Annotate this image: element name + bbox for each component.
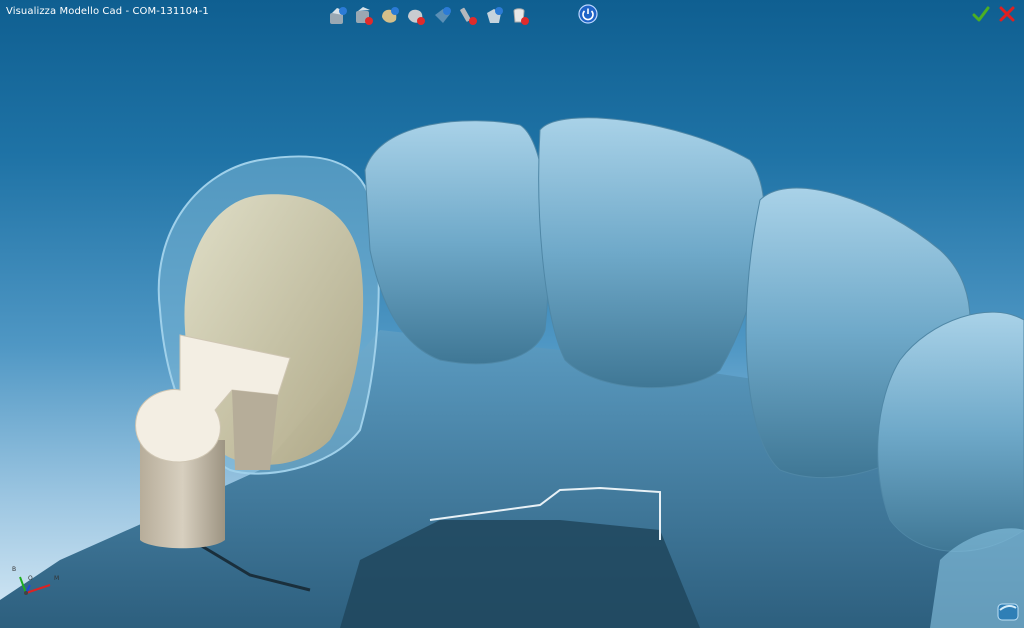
antagonist-remove-icon[interactable] (509, 5, 531, 27)
window-title: Visualizza Modello Cad - COM-131104-1 (6, 6, 209, 17)
close-icon[interactable] (998, 5, 1016, 23)
axis-label-m: M (54, 575, 60, 582)
tooth-2 (538, 117, 765, 389)
crown-view-icon[interactable] (379, 5, 401, 27)
tooth-1 (364, 120, 550, 365)
model-view-icon[interactable] (327, 5, 349, 27)
axis-label-o: O (28, 575, 33, 582)
implant-remove-icon[interactable] (457, 5, 479, 27)
model-remove-icon[interactable] (353, 5, 375, 27)
view-cube-icon[interactable] (996, 600, 1020, 622)
axis-gizmo: B O M (6, 563, 66, 603)
power-icon[interactable] (578, 4, 598, 24)
scanbody-view-icon[interactable] (483, 5, 505, 27)
abutment-view-icon[interactable] (431, 5, 453, 27)
toolbar (327, 4, 531, 28)
cad-3d-viewport[interactable] (0, 0, 1024, 628)
crown-remove-icon[interactable] (405, 5, 427, 27)
axis-label-b: B (12, 566, 17, 573)
checkmark-icon[interactable] (972, 5, 990, 23)
